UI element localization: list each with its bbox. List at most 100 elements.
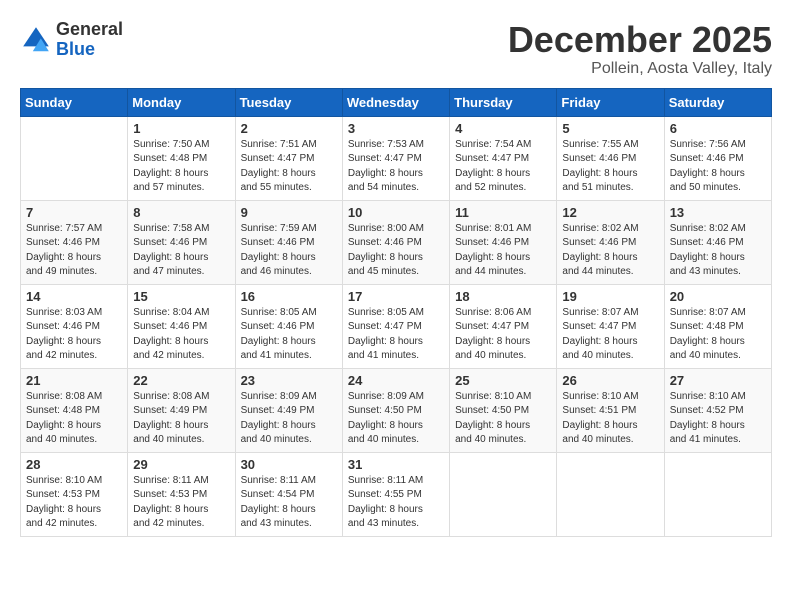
calendar-cell: 11Sunrise: 8:01 AM Sunset: 4:46 PM Dayli…: [450, 200, 557, 284]
weekday-header-thursday: Thursday: [450, 88, 557, 116]
month-title: December 2025: [508, 20, 772, 60]
day-number: 12: [562, 205, 658, 220]
calendar-cell: 26Sunrise: 8:10 AM Sunset: 4:51 PM Dayli…: [557, 368, 664, 452]
calendar-cell: 19 Sunrise: 8:07 AM Sunset: 4:47 PM Dayli…: [557, 284, 664, 368]
day-number: 4: [455, 121, 551, 136]
cell-content: Sunrise: 7:50 AM Sunset: 4:48 PM Dayligh…: [133, 138, 229, 196]
logo-blue: Blue: [56, 39, 95, 59]
cell-content: Sunrise: 7:56 AM Sunset: 4:46 PM Dayligh…: [670, 138, 766, 196]
weekday-header-row: SundayMondayTuesdayWednesdayThursdayFrid…: [21, 88, 772, 116]
cell-content: Sunrise: 8:11 AM Sunset: 4:53 PM Dayligh…: [133, 474, 229, 532]
calendar-cell: 13 Sunrise: 8:02 AM Sunset: 4:46 PM Dayli…: [664, 200, 771, 284]
calendar-week-row: 14 Sunrise: 8:03 AM Sunset: 4:46 PM Dayli…: [21, 284, 772, 368]
logo: General Blue: [20, 20, 123, 60]
cell-content: Sunrise: 8:06 AM Sunset: 4:47 PM Dayligh…: [455, 306, 551, 364]
day-number: 2: [241, 121, 337, 136]
cell-content: Sunrise: 8:03 AM Sunset: 4:46 PM Dayligh…: [26, 306, 122, 364]
calendar-cell: 18 Sunrise: 8:06 AM Sunset: 4:47 PM Dayli…: [450, 284, 557, 368]
day-number: 14: [26, 289, 122, 304]
logo-general: General: [56, 19, 123, 39]
cell-content: Sunrise: 8:08 AM Sunset: 4:49 PM Dayligh…: [133, 390, 229, 448]
cell-content: Sunrise: 8:09 AM Sunset: 4:50 PM Dayligh…: [348, 390, 444, 448]
day-number: 15: [133, 289, 229, 304]
day-number: 6: [670, 121, 766, 136]
page-header: General Blue December 2025 Pollein, Aost…: [20, 20, 772, 78]
calendar-cell: 7 Sunrise: 7:57 AM Sunset: 4:46 PM Daylig…: [21, 200, 128, 284]
day-number: 9: [241, 205, 337, 220]
cell-content: Sunrise: 7:58 AM Sunset: 4:46 PM Dayligh…: [133, 222, 229, 280]
cell-content: Sunrise: 7:57 AM Sunset: 4:46 PM Dayligh…: [26, 222, 122, 280]
day-number: 8: [133, 205, 229, 220]
calendar-cell: 10 Sunrise: 8:00 AM Sunset: 4:46 PM Dayli…: [342, 200, 449, 284]
calendar-week-row: 1Sunrise: 7:50 AM Sunset: 4:48 PM Daylig…: [21, 116, 772, 200]
logo-text: General Blue: [56, 20, 123, 60]
calendar-cell: 8 Sunrise: 7:58 AM Sunset: 4:46 PM Daylig…: [128, 200, 235, 284]
cell-content: Sunrise: 8:05 AM Sunset: 4:47 PM Dayligh…: [348, 306, 444, 364]
day-number: 28: [26, 457, 122, 472]
calendar-cell: 30 Sunrise: 8:11 AM Sunset: 4:54 PM Dayli…: [235, 452, 342, 536]
day-number: 19: [562, 289, 658, 304]
cell-content: Sunrise: 7:53 AM Sunset: 4:47 PM Dayligh…: [348, 138, 444, 196]
cell-content: Sunrise: 8:10 AM Sunset: 4:53 PM Dayligh…: [26, 474, 122, 532]
weekday-header-wednesday: Wednesday: [342, 88, 449, 116]
calendar-cell: 17Sunrise: 8:05 AM Sunset: 4:47 PM Dayli…: [342, 284, 449, 368]
calendar-table: SundayMondayTuesdayWednesdayThursdayFrid…: [20, 88, 772, 537]
calendar-cell: 22 Sunrise: 8:08 AM Sunset: 4:49 PM Dayli…: [128, 368, 235, 452]
calendar-cell: 4Sunrise: 7:54 AM Sunset: 4:47 PM Daylig…: [450, 116, 557, 200]
calendar-cell: 29Sunrise: 8:11 AM Sunset: 4:53 PM Dayli…: [128, 452, 235, 536]
calendar-week-row: 7 Sunrise: 7:57 AM Sunset: 4:46 PM Daylig…: [21, 200, 772, 284]
cell-content: Sunrise: 7:59 AM Sunset: 4:46 PM Dayligh…: [241, 222, 337, 280]
day-number: 20: [670, 289, 766, 304]
calendar-cell: 6 Sunrise: 7:56 AM Sunset: 4:46 PM Daylig…: [664, 116, 771, 200]
weekday-header-friday: Friday: [557, 88, 664, 116]
day-number: 5: [562, 121, 658, 136]
cell-content: Sunrise: 8:00 AM Sunset: 4:46 PM Dayligh…: [348, 222, 444, 280]
day-number: 10: [348, 205, 444, 220]
day-number: 22: [133, 373, 229, 388]
cell-content: Sunrise: 8:08 AM Sunset: 4:48 PM Dayligh…: [26, 390, 122, 448]
day-number: 13: [670, 205, 766, 220]
calendar-cell: 15 Sunrise: 8:04 AM Sunset: 4:46 PM Dayli…: [128, 284, 235, 368]
calendar-cell: 23 Sunrise: 8:09 AM Sunset: 4:49 PM Dayli…: [235, 368, 342, 452]
calendar-cell: 1Sunrise: 7:50 AM Sunset: 4:48 PM Daylig…: [128, 116, 235, 200]
cell-content: Sunrise: 8:09 AM Sunset: 4:49 PM Dayligh…: [241, 390, 337, 448]
weekday-header-monday: Monday: [128, 88, 235, 116]
cell-content: Sunrise: 8:02 AM Sunset: 4:46 PM Dayligh…: [670, 222, 766, 280]
calendar-week-row: 28 Sunrise: 8:10 AM Sunset: 4:53 PM Dayli…: [21, 452, 772, 536]
day-number: 7: [26, 205, 122, 220]
weekday-header-saturday: Saturday: [664, 88, 771, 116]
day-number: 23: [241, 373, 337, 388]
cell-content: Sunrise: 7:51 AM Sunset: 4:47 PM Dayligh…: [241, 138, 337, 196]
logo-icon: [20, 24, 52, 56]
day-number: 3: [348, 121, 444, 136]
day-number: 18: [455, 289, 551, 304]
day-number: 31: [348, 457, 444, 472]
cell-content: Sunrise: 8:02 AM Sunset: 4:46 PM Dayligh…: [562, 222, 658, 280]
cell-content: Sunrise: 8:10 AM Sunset: 4:52 PM Dayligh…: [670, 390, 766, 448]
title-area: December 2025 Pollein, Aosta Valley, Ita…: [508, 20, 772, 78]
cell-content: Sunrise: 8:11 AM Sunset: 4:55 PM Dayligh…: [348, 474, 444, 532]
cell-content: Sunrise: 7:55 AM Sunset: 4:46 PM Dayligh…: [562, 138, 658, 196]
cell-content: Sunrise: 8:07 AM Sunset: 4:47 PM Dayligh…: [562, 306, 658, 364]
day-number: 16: [241, 289, 337, 304]
cell-content: Sunrise: 8:04 AM Sunset: 4:46 PM Dayligh…: [133, 306, 229, 364]
cell-content: Sunrise: 8:07 AM Sunset: 4:48 PM Dayligh…: [670, 306, 766, 364]
calendar-cell: [450, 452, 557, 536]
day-number: 30: [241, 457, 337, 472]
location-title: Pollein, Aosta Valley, Italy: [508, 60, 772, 78]
calendar-cell: 9 Sunrise: 7:59 AM Sunset: 4:46 PM Daylig…: [235, 200, 342, 284]
day-number: 24: [348, 373, 444, 388]
cell-content: Sunrise: 8:11 AM Sunset: 4:54 PM Dayligh…: [241, 474, 337, 532]
calendar-cell: 12 Sunrise: 8:02 AM Sunset: 4:46 PM Dayli…: [557, 200, 664, 284]
weekday-header-sunday: Sunday: [21, 88, 128, 116]
calendar-cell: 5 Sunrise: 7:55 AM Sunset: 4:46 PM Daylig…: [557, 116, 664, 200]
calendar-cell: 31 Sunrise: 8:11 AM Sunset: 4:55 PM Dayli…: [342, 452, 449, 536]
calendar-cell: 3 Sunrise: 7:53 AM Sunset: 4:47 PM Daylig…: [342, 116, 449, 200]
calendar-cell: 2 Sunrise: 7:51 AM Sunset: 4:47 PM Daylig…: [235, 116, 342, 200]
day-number: 21: [26, 373, 122, 388]
calendar-cell: 14 Sunrise: 8:03 AM Sunset: 4:46 PM Dayli…: [21, 284, 128, 368]
calendar-cell: [664, 452, 771, 536]
cell-content: Sunrise: 8:01 AM Sunset: 4:46 PM Dayligh…: [455, 222, 551, 280]
calendar-cell: 24 Sunrise: 8:09 AM Sunset: 4:50 PM Dayli…: [342, 368, 449, 452]
calendar-cell: [21, 116, 128, 200]
